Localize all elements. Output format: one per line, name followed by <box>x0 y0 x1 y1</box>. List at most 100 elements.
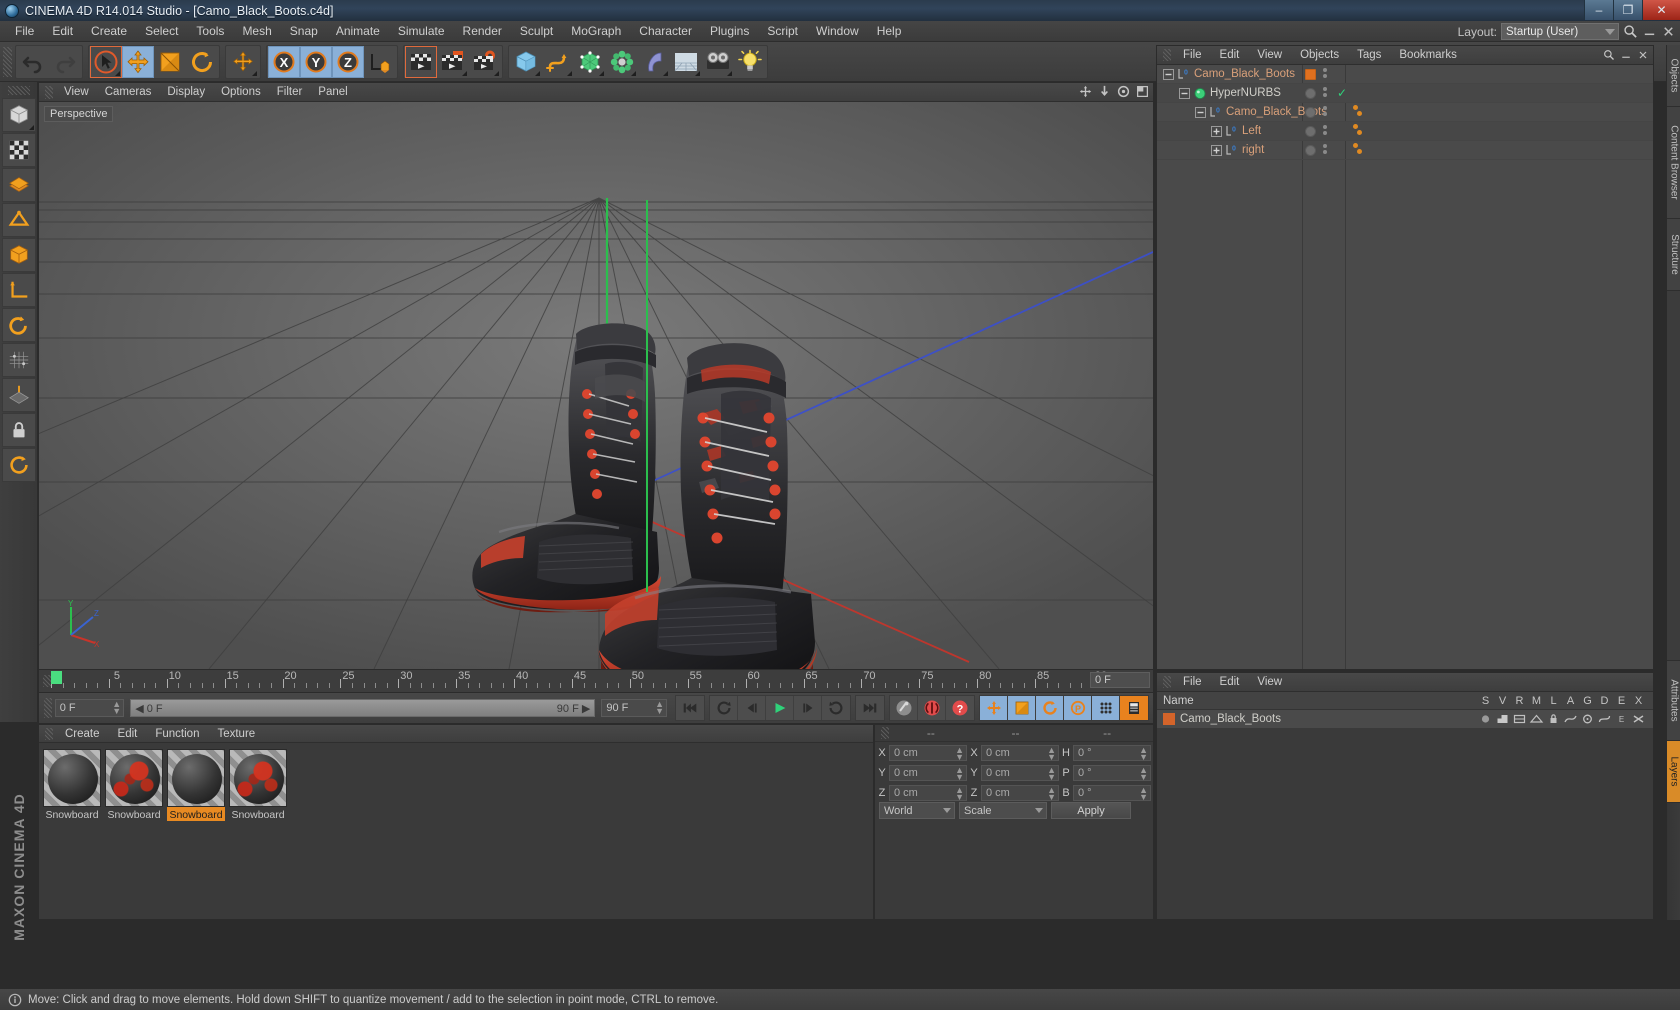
coordinates-grip[interactable] <box>881 727 889 739</box>
spinner-icon[interactable]: ▲▼ <box>955 747 964 761</box>
apply-button[interactable]: Apply <box>1051 802 1131 819</box>
deformer-flag-icon[interactable] <box>1596 713 1613 725</box>
visibility-editor-dot[interactable] <box>1305 107 1316 118</box>
menu-item-create[interactable]: Create <box>82 22 136 40</box>
enable-check-icon[interactable]: ✓ <box>1337 86 1347 100</box>
spinner-icon[interactable]: ▲▼ <box>1047 787 1056 801</box>
position-x-field[interactable]: 0 cm ▲▼ <box>889 745 967 761</box>
visible-flag-icon[interactable] <box>1494 713 1511 725</box>
pan-camera-icon[interactable] <box>1079 85 1092 98</box>
material-menu-edit[interactable]: Edit <box>109 727 147 741</box>
visibility-editor-dot[interactable] <box>1305 126 1316 137</box>
minimize-icon[interactable] <box>1620 49 1632 61</box>
generator-flag-icon[interactable] <box>1579 713 1596 725</box>
move-axis-icon[interactable] <box>227 46 259 78</box>
layer-menu-file[interactable]: File <box>1174 675 1211 689</box>
scale-tool-icon[interactable] <box>154 46 186 78</box>
size-y-field[interactable]: 0 cm ▲▼ <box>981 765 1059 781</box>
step-back-button[interactable] <box>738 696 766 720</box>
x-axis-icon[interactable]: X <box>268 46 300 78</box>
render-flag-icon[interactable] <box>1511 713 1528 725</box>
visibility-render-dots[interactable] <box>1323 87 1327 100</box>
array-modeling-icon[interactable] <box>606 46 638 78</box>
viewport-menu-filter[interactable]: Filter <box>269 85 311 99</box>
menu-item-help[interactable]: Help <box>868 22 911 40</box>
expression-flag-icon[interactable]: E <box>1613 713 1630 725</box>
material-item[interactable]: Snowboard <box>43 749 101 821</box>
spinner-icon[interactable]: ▲▼ <box>1139 767 1148 781</box>
object-menu-file[interactable]: File <box>1174 48 1211 62</box>
undo-icon[interactable] <box>17 46 49 78</box>
position-z-field[interactable]: 0 cm ▲▼ <box>889 785 967 801</box>
left-palette-grip[interactable] <box>8 86 30 95</box>
visibility-render-dots[interactable] <box>1323 106 1327 119</box>
snap-magnet-icon[interactable] <box>2 343 36 377</box>
viewport-menu-cameras[interactable]: Cameras <box>97 85 160 99</box>
step-forward-button[interactable] <box>794 696 822 720</box>
timeline-frame-field[interactable]: 0 F <box>1090 672 1150 688</box>
lock-workplane-icon[interactable] <box>2 413 36 447</box>
material-item[interactable]: Snowboard <box>167 749 225 821</box>
material-menu-texture[interactable]: Texture <box>208 727 264 741</box>
collapse-minus-icon[interactable] <box>1163 69 1174 80</box>
menu-item-snap[interactable]: Snap <box>281 22 327 40</box>
rotation-b-field[interactable]: 0 ° ▲▼ <box>1073 785 1151 801</box>
object-row-hypernurbs[interactable]: HyperNURBS ✓ <box>1157 84 1653 103</box>
timeline-grip[interactable] <box>43 675 51 687</box>
points-mode-icon[interactable] <box>2 168 36 202</box>
floor-environment-icon[interactable] <box>670 46 702 78</box>
layer-menu-grip[interactable] <box>1163 676 1171 688</box>
light-icon[interactable] <box>734 46 766 78</box>
dock-tab-content-browser[interactable]: Content Browser <box>1667 107 1680 219</box>
menu-item-animate[interactable]: Animate <box>327 22 389 40</box>
visibility-render-dots[interactable] <box>1323 144 1327 157</box>
record-button[interactable] <box>918 696 946 720</box>
material-item[interactable]: Snowboard <box>105 749 163 821</box>
layout-select[interactable]: Startup (User) <box>1501 23 1619 40</box>
z-axis-icon[interactable]: Z <box>332 46 364 78</box>
size-z-field[interactable]: 0 cm ▲▼ <box>981 785 1059 801</box>
transport-grip[interactable] <box>44 698 52 718</box>
workplane-icon[interactable] <box>2 378 36 412</box>
object-tree[interactable]: 0 Camo_Black_Boots HyperNURBS ✓ <box>1157 65 1653 669</box>
layer-menu-view[interactable]: View <box>1248 675 1291 689</box>
spinner-icon[interactable]: ▲▼ <box>955 787 964 801</box>
world-object-coord-icon[interactable] <box>364 46 396 78</box>
y-axis-icon[interactable]: Y <box>300 46 332 78</box>
object-menu-view[interactable]: View <box>1248 48 1291 62</box>
menu-item-mograph[interactable]: MoGraph <box>562 22 630 40</box>
object-row-left[interactable]: 0 Left <box>1157 122 1653 141</box>
end-frame-input[interactable]: 90 F ▲▼ <box>601 699 667 717</box>
texture-mode-icon[interactable] <box>2 133 36 167</box>
expand-plus-icon[interactable] <box>1211 126 1222 137</box>
menu-item-simulate[interactable]: Simulate <box>389 22 454 40</box>
object-axis-mode-icon[interactable] <box>2 273 36 307</box>
hypernurbs-generator-icon[interactable] <box>574 46 606 78</box>
xpresso-flag-icon[interactable] <box>1630 713 1647 725</box>
material-thumbnail[interactable] <box>43 749 101 807</box>
minimize-icon[interactable] <box>1642 24 1657 39</box>
preview-range-slider[interactable]: ◀ 0 F 90 F ▶ <box>130 699 595 717</box>
go-to-start-button[interactable] <box>676 696 704 720</box>
spinner-icon[interactable]: ▲▼ <box>1139 787 1148 801</box>
search-icon[interactable] <box>1603 49 1615 61</box>
solo-flag-icon[interactable] <box>1477 713 1494 725</box>
visibility-editor-dot[interactable] <box>1305 88 1316 99</box>
rotation-p-field[interactable]: 0 ° ▲▼ <box>1073 765 1151 781</box>
minimize-button[interactable]: – <box>1584 0 1613 20</box>
object-menu-tags[interactable]: Tags <box>1348 48 1390 62</box>
menu-item-mesh[interactable]: Mesh <box>233 22 280 40</box>
coordinate-system-select[interactable]: World <box>879 802 955 819</box>
rotation-h-field[interactable]: 0 ° ▲▼ <box>1073 745 1151 761</box>
animation-flag-icon[interactable] <box>1562 713 1579 725</box>
autokeying-button[interactable] <box>890 696 918 720</box>
layer-menu-edit[interactable]: Edit <box>1211 675 1249 689</box>
timeline-ruler[interactable]: 051015202530354045505560657075808590 0 F <box>38 670 1154 692</box>
toolbar-grip[interactable] <box>3 47 12 77</box>
keyframe-selection-button[interactable]: ? <box>946 696 974 720</box>
object-menu-objects[interactable]: Objects <box>1291 48 1348 62</box>
parameter-key-button[interactable]: P <box>1064 696 1092 720</box>
material-menu-function[interactable]: Function <box>146 727 208 741</box>
rotate-workplane-icon[interactable] <box>2 448 36 482</box>
object-tags[interactable] <box>1353 143 1362 155</box>
